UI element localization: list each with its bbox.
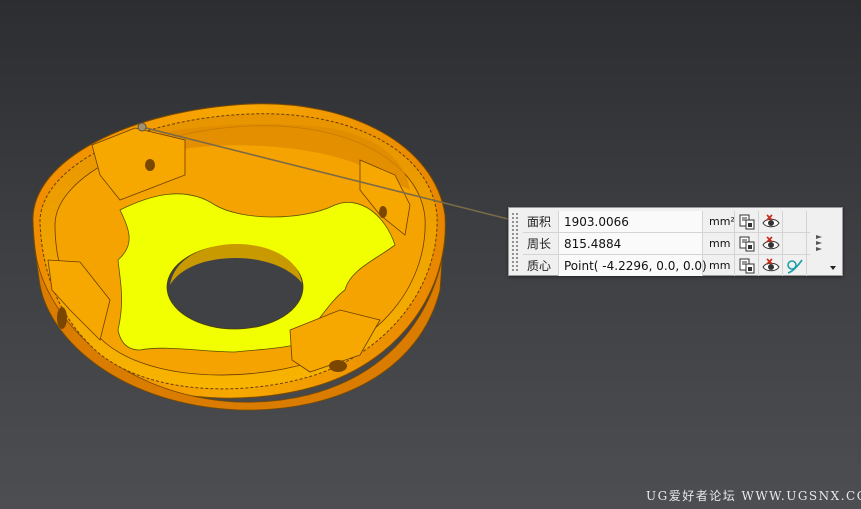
copy-to-clipboard-icon[interactable] (735, 233, 759, 254)
copy-to-clipboard-icon[interactable] (735, 211, 759, 232)
drag-handle[interactable] (511, 212, 519, 272)
row-unit[interactable]: mm (703, 233, 735, 254)
empty-slot (783, 211, 807, 232)
row-label: 周长 (523, 233, 559, 254)
row-label: 质心 (523, 255, 559, 276)
copy-to-clipboard-icon[interactable] (735, 255, 759, 276)
row-value[interactable]: Point( -4.2296, 0.0, 0.0) (559, 255, 707, 276)
measure-row-centroid: 质心 Point( -4.2296, 0.0, 0.0) mm (523, 255, 810, 276)
leader-anchor (137, 122, 147, 132)
row-label: 面积 (523, 211, 559, 232)
create-point-icon[interactable] (783, 255, 807, 276)
measure-row-perimeter: 周长 815.4884 mm (523, 233, 810, 255)
row-value[interactable]: 815.4884 (559, 233, 703, 254)
measure-row-area: 面积 1903.0066 mm² (523, 211, 810, 233)
empty-slot (783, 233, 807, 254)
show-hide-eye-icon[interactable] (759, 211, 783, 232)
watermark-text: UG爱好者论坛 WWW.UGSNX.COM (646, 489, 861, 503)
row-unit[interactable]: mm (703, 255, 735, 276)
row-value[interactable]: 1903.0066 (559, 211, 703, 232)
show-hide-eye-icon[interactable] (759, 255, 783, 276)
measure-result-panel: 面积 1903.0066 mm² 周长 815.4884 mm 质心 Point… (508, 207, 843, 276)
show-hide-eye-icon[interactable] (759, 233, 783, 254)
expand-arrows-icon[interactable] (814, 232, 828, 256)
chevron-down-icon[interactable] (827, 258, 839, 270)
row-unit[interactable]: mm² (703, 211, 735, 232)
